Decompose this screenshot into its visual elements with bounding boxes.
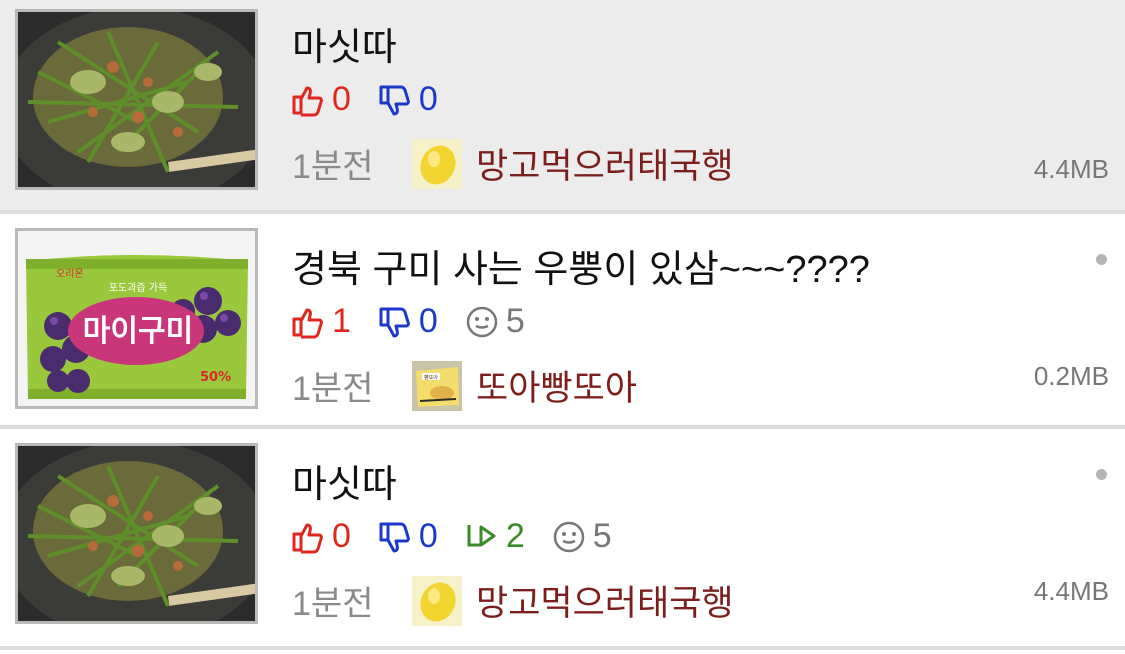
post-thumbnail[interactable]: 마이구미 오리온 포도과즙 가득 50% <box>15 228 258 409</box>
author-avatar[interactable]: 빵또아 <box>412 360 462 411</box>
post-time: 1분전 <box>292 585 374 623</box>
thumbs-up-icon <box>292 86 323 116</box>
post-title[interactable]: 마싯따 <box>292 453 397 508</box>
post-list-item[interactable]: 마이구미 오리온 포도과즙 가득 50% 경북 구미 사는 우뿡이 있삼~~~?… <box>0 214 1125 429</box>
author-name[interactable]: 망고먹으러태국행 <box>476 138 734 189</box>
post-meta: 1분전 빵또아 또아빵또아 <box>292 360 637 411</box>
dislike-count[interactable]: 0 <box>377 517 438 556</box>
like-count[interactable]: 0 <box>290 80 351 119</box>
post-title[interactable]: 경북 구미 사는 우뿡이 있삼~~~???? <box>292 238 870 293</box>
yellow-mango-avatar <box>412 138 462 189</box>
dislike-count[interactable]: 0 <box>377 80 438 119</box>
post-thumbnail[interactable] <box>15 9 258 190</box>
post-time: 1분전 <box>292 370 374 408</box>
comment-count[interactable]: 5 <box>464 302 525 341</box>
post-time: 1분전 <box>292 148 374 186</box>
thumbs-down-icon <box>379 307 410 337</box>
reply-arrow-icon <box>467 524 496 546</box>
author-avatar[interactable] <box>412 138 462 189</box>
post-list-item[interactable]: 마싯따 0 0 1분전 망고먹으러태국행 4.4MB <box>0 0 1125 214</box>
post-meta: 1분전 망고먹으러태국행 <box>292 138 734 189</box>
grape-candy-package-photo: 마이구미 오리온 포도과즙 가득 50% <box>18 231 255 406</box>
unread-indicator-icon <box>1096 469 1107 480</box>
post-list-item[interactable]: 마싯따 0 0 2 5 1분전 망고먹으러태국행 4.4MB <box>0 429 1125 650</box>
attachment-size: 4.4MB <box>1033 576 1109 606</box>
stir-fry-food-photo <box>18 446 255 621</box>
thumbs-up-icon <box>292 523 323 553</box>
reply-count[interactable]: 2 <box>464 517 525 556</box>
post-feed: 마싯따 0 0 1분전 망고먹으러태국행 4.4MB 마이구미 오리온 포도과즙… <box>0 0 1125 654</box>
attachment-size: 4.4MB <box>1033 154 1109 184</box>
attachment-size: 0.2MB <box>1033 361 1109 391</box>
author-avatar[interactable] <box>412 575 462 626</box>
thumbs-down-icon <box>379 85 410 115</box>
comment-count[interactable]: 5 <box>551 517 612 556</box>
thumbs-up-icon <box>292 308 323 338</box>
stir-fry-food-photo <box>18 12 255 187</box>
author-name[interactable]: 망고먹으러태국행 <box>476 575 734 626</box>
reaction-bar: 0 0 2 5 <box>290 517 638 556</box>
smiley-comment-icon <box>466 306 498 337</box>
unread-indicator-icon <box>1096 254 1107 265</box>
post-meta: 1분전 망고먹으러태국행 <box>292 575 734 626</box>
reaction-bar: 1 0 5 <box>290 302 551 341</box>
product-name-text: 마이구미 <box>83 314 193 349</box>
bread-package-avatar: 빵또아 <box>412 360 462 411</box>
thumbs-down-icon <box>379 522 410 552</box>
like-count[interactable]: 1 <box>290 302 351 341</box>
yellow-mango-avatar <box>412 575 462 626</box>
author-name[interactable]: 또아빵또아 <box>476 360 637 411</box>
post-title[interactable]: 마싯따 <box>292 16 397 71</box>
dislike-count[interactable]: 0 <box>377 302 438 341</box>
brand-text: 오리온 <box>56 268 84 280</box>
reaction-bar: 0 0 <box>290 80 464 119</box>
smiley-comment-icon <box>553 521 585 552</box>
tagline-text: 포도과즙 가득 <box>109 282 167 294</box>
post-thumbnail[interactable] <box>15 443 258 624</box>
badge-text: 50% <box>200 370 231 385</box>
avatar-text: 빵또아 <box>424 374 438 381</box>
like-count[interactable]: 0 <box>290 517 351 556</box>
